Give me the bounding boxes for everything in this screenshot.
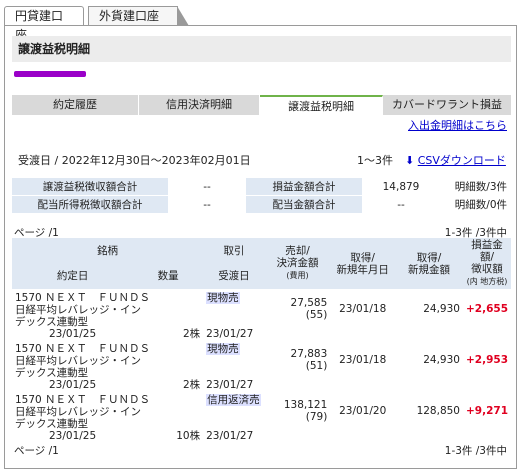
stock-name[interactable]: 1570 ＮＥＸＴ ＦＵＮＤＳ 日経平均レバレッジ・イン デックス連動型 — [12, 391, 203, 430]
col-sale-l3: (費用) — [286, 271, 309, 280]
stock-name-line3: デックス連動型 — [15, 418, 89, 430]
acq-date: 23/01/20 — [339, 404, 387, 417]
col-stock: 銘柄 — [12, 238, 204, 264]
col-date: 約定日 — [12, 263, 134, 289]
subtabs: 約定履歴 信用決済明細 譲渡益税明細 カバードワラント損益 — [12, 95, 512, 115]
summary-value: -- — [168, 195, 246, 214]
page-title: 譲渡益税明細 — [12, 36, 511, 62]
summary-table: 譲渡益税徴収額合計 -- 損益金額合計 14,879 明細数/3件 配当所得税徴… — [12, 178, 511, 214]
stock-name-line2: 日経平均レバレッジ・イン — [15, 304, 141, 316]
stock-name-line1: 1570 ＮＥＸＴ ＦＵＮＤＳ — [15, 394, 151, 406]
profit-loss: +9,271 — [465, 404, 508, 417]
summary-value: -- — [168, 178, 246, 196]
csv-download-link[interactable]: CSVダウンロード — [418, 154, 506, 167]
trade-date: 23/01/25 — [48, 379, 97, 391]
table-row: 1570 ＮＥＸＴ ＦＵＮＤＳ 日経平均レバレッジ・イン デックス連動型 現物売 27,… — [12, 289, 511, 328]
result-count: 1〜3件 — [357, 154, 393, 167]
trade-type: 信用返済売 — [206, 394, 261, 406]
col-sale: 売却/決済金額 (費用) — [264, 238, 331, 289]
tab-foreign-account[interactable]: 外貨建口座 — [88, 6, 189, 26]
trade-type: 現物売 — [206, 343, 240, 355]
tab-trade-history[interactable]: 約定履歴 — [12, 95, 139, 115]
col-acq-date: 取得/新規年月日 — [330, 238, 396, 289]
stock-name-line2: 日経平均レバレッジ・イン — [15, 406, 141, 418]
summary-value: -- — [362, 195, 440, 214]
col-acqamt-l2: 新規金額 — [408, 263, 451, 276]
sale-amount: 138,121 — [283, 398, 328, 411]
trade-date: 23/01/25 — [48, 328, 97, 340]
cost-amount: (55) — [305, 308, 328, 321]
csv-download[interactable]: ⬇ CSVダウンロード — [405, 152, 506, 168]
table-row: 1570 ＮＥＸＴ ＦＵＮＤＳ 日経平均レバレッジ・イン デックス連動型 現物売 27,… — [12, 340, 511, 379]
col-pl-l3: (内 地方税) — [466, 277, 508, 286]
col-acq-amt: 取得/新規金額 — [395, 238, 463, 289]
acq-amount: 24,930 — [423, 302, 460, 315]
delivery-date: 23/01/27 — [206, 430, 254, 442]
trade-date: 23/01/25 — [48, 430, 97, 442]
tab-margin-settlement[interactable]: 信用決済明細 — [139, 95, 260, 115]
tab-capital-gains[interactable]: 譲渡益税明細 — [260, 95, 383, 115]
col-sale-l1: 売却/ — [285, 245, 310, 257]
col-acq-l1: 取得/ — [350, 251, 375, 264]
profit-loss: +2,953 — [465, 353, 508, 366]
acq-amount: 128,850 — [416, 404, 460, 417]
profit-loss: +2,655 — [465, 302, 508, 315]
stock-name-line1: 1570 ＮＥＸＴ ＦＵＮＤＳ — [15, 343, 151, 355]
delivery-date: 23/01/27 — [206, 328, 254, 340]
page-count-bottom: 1-3件 /3件中 — [444, 445, 507, 457]
summary-value: 14,879 — [362, 178, 440, 196]
summary-label: 配当金額合計 — [246, 195, 362, 214]
sale-amount: 27,585 — [290, 296, 328, 309]
stock-name-line2: 日経平均レバレッジ・イン — [15, 355, 141, 367]
stock-name-line3: デックス連動型 — [15, 367, 89, 379]
tab-covered-warrant[interactable]: カバードワラント損益 — [383, 95, 512, 115]
quantity: 2株 — [182, 379, 201, 391]
stock-name[interactable]: 1570 ＮＥＸＴ ＦＵＮＤＳ 日経平均レバレッジ・イン デックス連動型 — [12, 289, 203, 328]
quantity: 10株 — [176, 430, 201, 442]
col-trade: 取引 — [203, 238, 265, 264]
page-indicator-bottom: ページ /1 — [14, 445, 59, 457]
inout-link[interactable]: 入出金明細はこちら — [408, 117, 507, 133]
tab-yen-account[interactable]: 円貸建口座 — [4, 6, 84, 42]
sale-amount: 27,883 — [290, 347, 328, 360]
period-label: 受渡日 / 2022年12月30日〜2023年02月01日 — [18, 154, 251, 167]
cost-amount: (79) — [305, 410, 328, 423]
gains-table: 銘柄 取引 売却/決済金額 (費用) 取得/新規年月日 取得/新規金額 損益金額/… — [12, 238, 511, 442]
user-name-redacted — [14, 71, 86, 77]
summary-label: 配当所得税徴収額合計 — [12, 195, 168, 214]
summary-count: 明細数/0件 — [440, 195, 511, 214]
table-row-sub: 23/01/25 10株 23/01/27 — [12, 430, 511, 442]
table-row: 1570 ＮＥＸＴ ＦＵＮＤＳ 日経平均レバレッジ・イン デックス連動型 信用返済売 1… — [12, 391, 511, 430]
stock-name[interactable]: 1570 ＮＥＸＴ ＦＵＮＤＳ 日経平均レバレッジ・イン デックス連動型 — [12, 340, 203, 379]
col-acq-l2: 新規年月日 — [336, 263, 389, 276]
acq-date: 23/01/18 — [339, 302, 387, 315]
trade-type: 現物売 — [206, 292, 240, 304]
table-row-sub: 23/01/25 2株 23/01/27 — [12, 328, 511, 340]
acq-date: 23/01/18 — [339, 353, 387, 366]
delivery-date: 23/01/27 — [206, 379, 254, 391]
col-pl: 損益金額/徴収額 (内 地方税) — [462, 238, 511, 289]
col-pl-l1: 損益金額/ — [471, 239, 503, 263]
col-pl-l2: 徴収額 — [471, 263, 503, 275]
stock-name-line1: 1570 ＮＥＸＴ ＦＵＮＤＳ — [15, 292, 151, 304]
col-deliv: 受渡日 — [203, 263, 265, 289]
table-row-sub: 23/01/25 2株 23/01/27 — [12, 379, 511, 391]
summary-label: 譲渡益税徴収額合計 — [12, 178, 168, 196]
stock-name-line3: デックス連動型 — [15, 316, 89, 328]
quantity: 2株 — [182, 328, 201, 340]
summary-label: 損益金額合計 — [246, 178, 362, 196]
col-acqamt-l1: 取得/ — [416, 251, 442, 264]
col-sale-l2: 決済金額 — [276, 257, 319, 269]
download-icon: ⬇ — [405, 154, 415, 167]
col-qty: 数量 — [133, 263, 204, 289]
summary-count: 明細数/3件 — [440, 178, 511, 196]
cost-amount: (51) — [305, 359, 328, 372]
acq-amount: 24,930 — [423, 353, 460, 366]
